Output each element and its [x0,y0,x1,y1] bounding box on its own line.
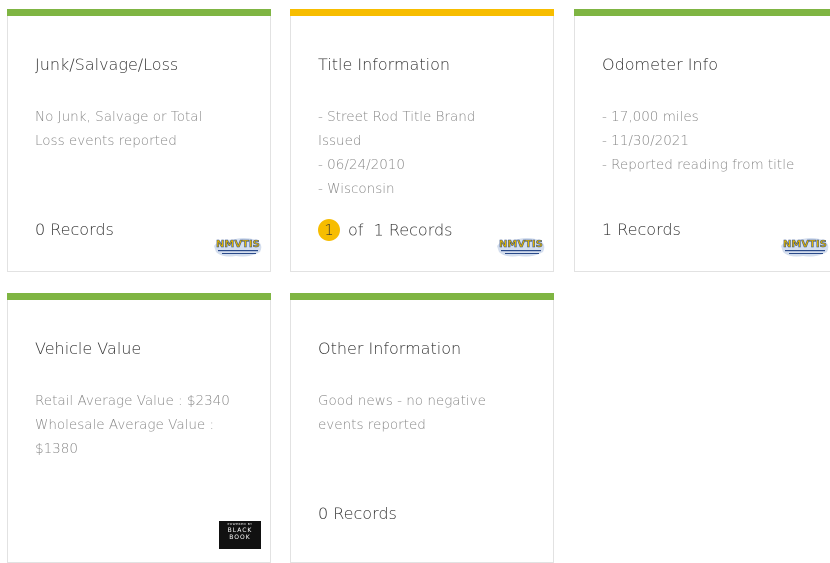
records-count[interactable]: 1 of 1 Records [318,219,452,241]
card-line: Issued [318,133,362,149]
nmvtis-logo: NMVTIS [781,238,829,257]
card-description: Good news - no negative events reported [318,389,486,437]
card-line: Wholesale Average Value : [35,417,215,433]
card-odometer-info: Odometer Info - 17,000 miles - 11/30/202… [574,9,830,272]
black-book-logo: POWERED BY BLACK BOOK [219,521,261,549]
records-count[interactable]: 0 Records [35,220,114,239]
svg-text:NMVTIS: NMVTIS [499,239,543,250]
card-accent-bar [290,293,554,300]
card-accent-bar [290,9,554,16]
card-description: No Junk, Salvage or Total Loss events re… [35,105,202,153]
card-description: - Street Rod Title Brand Issued - 06/24/… [318,105,475,201]
card-line: - 17,000 miles [602,109,699,125]
card-line: - Street Rod Title Brand [318,109,476,125]
card-line: $1380 [35,441,78,457]
card-line: Loss events reported [35,133,177,149]
card-line: No Junk, Salvage or Total [35,109,203,125]
card-line: Retail Average Value : $2340 [35,393,230,409]
records-count[interactable]: 0 Records [318,504,397,523]
record-index-badge: 1 [318,219,340,241]
card-title: Other Information [318,339,462,358]
card-title: Junk/Salvage/Loss [35,55,179,74]
records-label: of 1 Records [348,220,453,240]
card-junk-salvage-loss: Junk/Salvage/Loss No Junk, Salvage or To… [7,9,271,272]
records-count[interactable]: 1 Records [602,220,681,239]
nmvtis-logo: NMVTIS [214,238,262,257]
card-line: events reported [318,417,426,433]
card-accent-bar [7,9,271,16]
svg-text:NMVTIS: NMVTIS [783,239,827,250]
black-book-logo-line2: BOOK [229,534,251,541]
black-book-logo-line1: BLACK [227,527,253,534]
card-line: - Wisconsin [318,181,395,197]
card-title-information: Title Information - Street Rod Title Bra… [290,9,554,272]
card-line: Good news - no negative [318,393,486,409]
card-title: Vehicle Value [35,339,142,358]
card-title: Title Information [318,55,450,74]
card-accent-bar [7,293,271,300]
card-description: Retail Average Value : $2340 Wholesale A… [35,389,230,461]
nmvtis-logo: NMVTIS [497,238,545,257]
card-vehicle-value: Vehicle Value Retail Average Value : $23… [7,293,271,563]
card-title: Odometer Info [602,55,719,74]
card-other-information: Other Information Good news - no negativ… [290,293,554,563]
card-line: - Reported reading from title [602,157,795,173]
card-accent-bar [574,9,830,16]
card-line: - 06/24/2010 [318,157,405,173]
card-line: - 11/30/2021 [602,133,689,149]
svg-text:NMVTIS: NMVTIS [216,239,260,250]
card-description: - 17,000 miles - 11/30/2021 - Reported r… [602,105,794,177]
